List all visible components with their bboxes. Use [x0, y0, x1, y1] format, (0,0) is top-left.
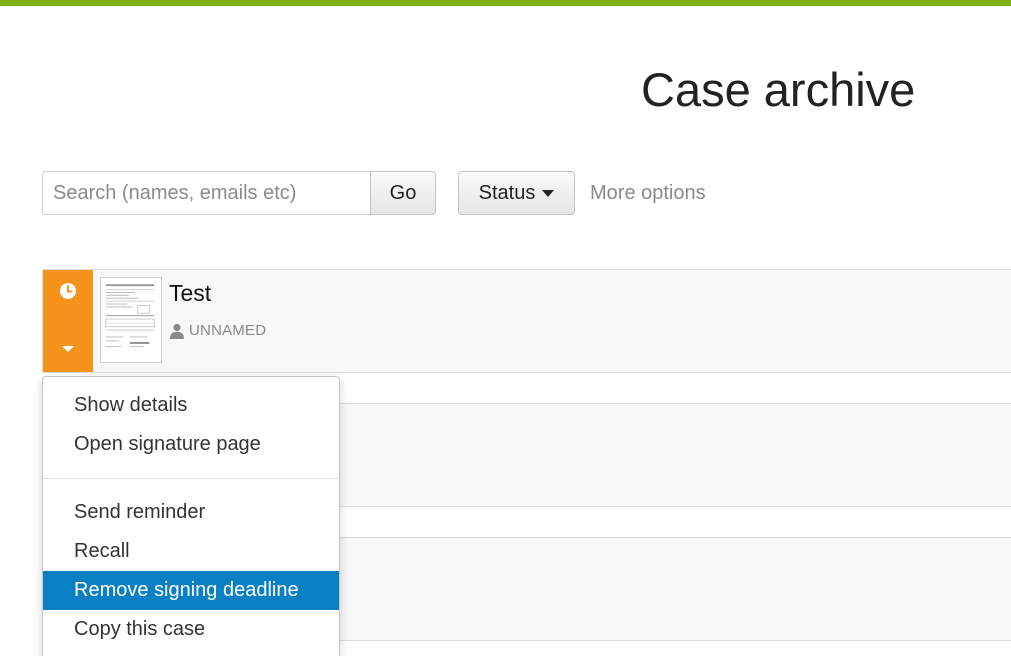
caret-down-icon[interactable] — [61, 344, 75, 354]
case-actions-menu: Show details Open signature page Send re… — [42, 376, 340, 656]
more-options-link[interactable]: More options — [590, 182, 706, 205]
user-icon — [170, 323, 184, 339]
document-thumbnail[interactable] — [100, 277, 162, 363]
case-party: UNNAMED — [169, 322, 266, 339]
go-button[interactable]: Go — [370, 171, 436, 215]
menu-item-open-signature-page[interactable]: Open signature page — [43, 425, 339, 464]
menu-item-recall[interactable]: Recall — [43, 532, 339, 571]
page-title: Case archive — [641, 63, 916, 116]
case-title[interactable]: Test — [169, 280, 211, 307]
top-accent-bar — [0, 0, 1011, 6]
case-status-strip[interactable] — [43, 270, 93, 372]
party-name: UNNAMED — [189, 322, 267, 339]
search-input[interactable] — [42, 171, 372, 215]
menu-item-remove-signing-deadline[interactable]: Remove signing deadline — [43, 571, 339, 610]
menu-item-send-reminder[interactable]: Send reminder — [43, 493, 339, 532]
caret-down-icon — [542, 189, 555, 197]
status-filter-button[interactable]: Status — [458, 171, 575, 215]
case-row[interactable]: Test UNNAMED — [42, 269, 1011, 373]
menu-item-show-details[interactable]: Show details — [43, 386, 339, 425]
menu-divider — [43, 478, 339, 479]
status-filter-label: Status — [478, 181, 536, 204]
menu-item-copy-case[interactable]: Copy this case — [43, 610, 339, 649]
clock-icon — [60, 283, 76, 299]
